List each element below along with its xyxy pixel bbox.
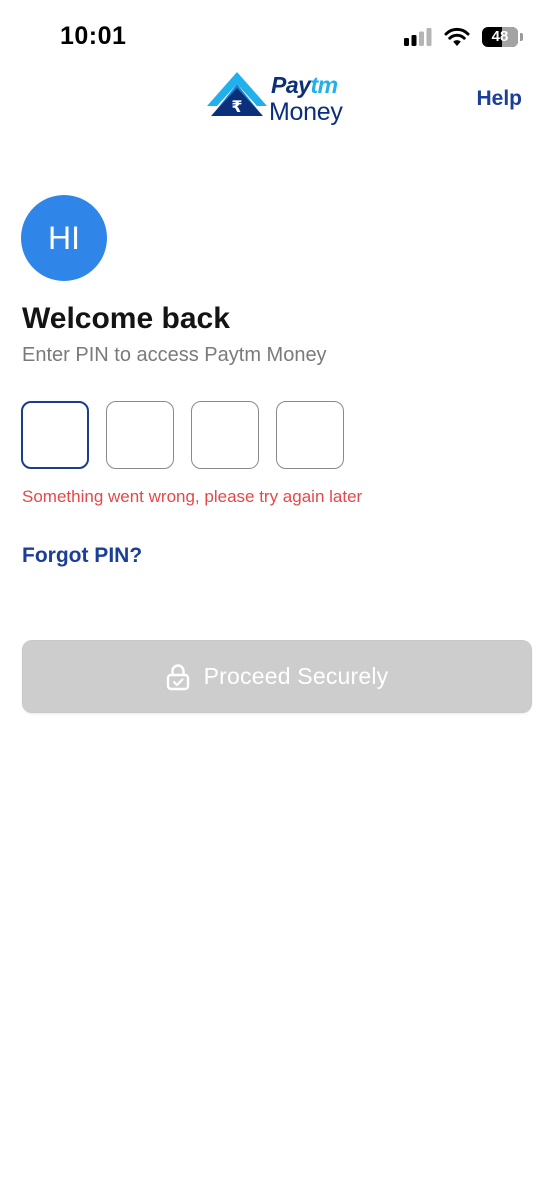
help-link[interactable]: Help	[476, 87, 522, 111]
status-bar: 10:01 48	[0, 0, 554, 70]
proceed-securely-button[interactable]: Proceed Securely	[22, 640, 532, 713]
logo-tm-text: tm	[310, 72, 338, 98]
proceed-button-label: Proceed Securely	[203, 663, 389, 689]
forgot-pin-link[interactable]: Forgot PIN?	[22, 544, 142, 568]
lock-icon	[166, 663, 189, 690]
page-title: Welcome back	[22, 302, 230, 335]
logo-wordmark-money: Money	[269, 98, 343, 126]
logo-pay-text: Pay	[271, 72, 311, 98]
pin-digit-1-input[interactable]	[21, 401, 89, 469]
pin-input-group	[21, 401, 344, 469]
signal-icon	[404, 28, 432, 46]
pin-digit-3-input[interactable]	[191, 401, 259, 469]
app-header: ₹ Paytm Money Help	[0, 66, 554, 130]
avatar: HI	[21, 195, 107, 281]
error-message: Something went wrong, please try again l…	[22, 487, 363, 506]
status-time: 10:01	[60, 22, 127, 50]
svg-text:₹: ₹	[231, 97, 242, 116]
pin-digit-2-input[interactable]	[106, 401, 174, 469]
wifi-icon	[444, 27, 470, 46]
battery-level: 48	[491, 28, 509, 45]
logo-mark-icon: ₹	[207, 72, 267, 116]
status-icons: 48	[404, 26, 523, 48]
page-subtitle: Enter PIN to access Paytm Money	[22, 344, 327, 366]
paytm-money-logo: ₹ Paytm Money	[207, 72, 347, 130]
logo-wordmark-paytm: Paytm	[271, 72, 338, 99]
pin-digit-4-input[interactable]	[276, 401, 344, 469]
battery-icon: 48	[482, 27, 523, 47]
